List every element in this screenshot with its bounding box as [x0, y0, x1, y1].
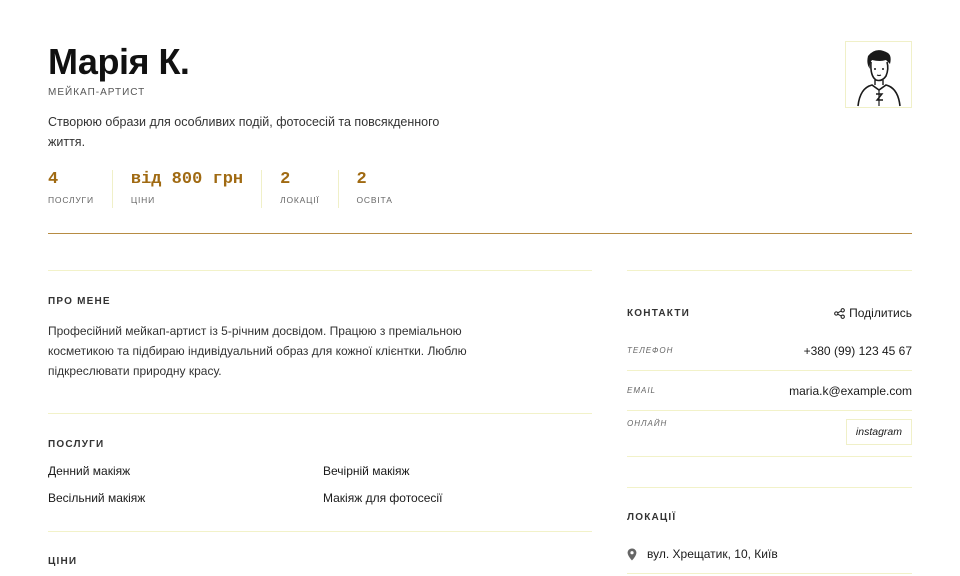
contacts-section: КОНТАКТИ Поділитись ТЕЛЕФОН +380 (99) 12…	[627, 270, 912, 457]
stat-value: 4	[48, 170, 59, 189]
stat-locations: 2 ЛОКАЦІЇ	[261, 170, 337, 208]
contact-phone-row: ТЕЛЕФОН +380 (99) 123 45 67	[627, 331, 912, 371]
service-item: Макіяж для фотосесії	[323, 491, 443, 505]
stat-label: ОСВІТА	[356, 195, 393, 205]
about-title: ПРО МЕНЕ	[48, 296, 111, 307]
share-label: Поділитись	[849, 306, 912, 320]
share-icon	[834, 307, 846, 319]
locations-section: ЛОКАЦІЇ вул. Хрещатик, 10, Київ	[627, 487, 912, 574]
share-button[interactable]: Поділитись	[834, 306, 912, 320]
avatar	[845, 41, 912, 108]
contacts-header: КОНТАКТИ Поділитись	[627, 271, 912, 331]
stat-value: від 800 грн	[130, 170, 244, 189]
stat-services: 4 ПОСЛУГИ	[48, 170, 112, 208]
email-link[interactable]: maria.k@example.com	[789, 384, 912, 398]
instagram-button[interactable]: instagram	[845, 419, 912, 445]
header-divider	[48, 233, 912, 234]
prices-title: ЦІНИ	[48, 556, 78, 567]
stat-label: ЛОКАЦІЇ	[280, 195, 320, 205]
contact-email-row: EMAIL maria.k@example.com	[627, 371, 912, 411]
contacts-title: КОНТАКТИ	[627, 307, 691, 319]
phone-link[interactable]: +380 (99) 123 45 67	[804, 344, 912, 358]
map-pin-icon	[627, 548, 637, 560]
profile-name: Марія К.	[48, 41, 190, 82]
about-section: ПРО МЕНЕ Професійний мейкап-артист із 5-…	[48, 270, 592, 413]
services-list: Денний макіяж Вечірній макіяж Весільний …	[48, 464, 592, 505]
prices-section: ЦІНИ	[48, 531, 592, 567]
email-label: EMAIL	[627, 386, 657, 395]
stats-bar: 4 ПОСЛУГИ від 800 грн ЦІНИ 2 ЛОКАЦІЇ 2 О…	[48, 170, 912, 208]
profile-header: Марія К. МЕЙКАП-АРТИСТ Створюю образи дл…	[48, 40, 912, 208]
stat-value: 2	[280, 170, 291, 189]
contact-online-row: ОНЛАЙН instagram	[627, 411, 912, 457]
online-label: ОНЛАЙН	[627, 419, 668, 428]
stat-education: 2 ОСВІТА	[337, 170, 411, 208]
service-item: Вечірній макіяж	[323, 464, 410, 478]
services-section: ПОСЛУГИ Денний макіяж Вечірній макіяж Ве…	[48, 413, 592, 531]
profile-role: МЕЙКАП-АРТИСТ	[48, 87, 146, 98]
about-text: Професійний мейкап-артист із 5-річним до…	[48, 324, 467, 378]
main-column: ПРО МЕНЕ Професійний мейкап-артист із 5-…	[48, 270, 592, 567]
service-item: Денний макіяж	[48, 464, 131, 478]
location-item: вул. Хрещатик, 10, Київ	[627, 547, 912, 574]
service-item: Весільний макіяж	[48, 491, 146, 505]
services-title: ПОСЛУГИ	[48, 439, 105, 450]
locations-title: ЛОКАЦІЇ	[627, 512, 677, 523]
stat-value: 2	[356, 170, 367, 189]
phone-label: ТЕЛЕФОН	[627, 346, 674, 355]
stat-label: ЦІНИ	[130, 195, 155, 205]
profile-tagline: Створюю образи для особливих подій, фото…	[48, 115, 440, 149]
location-address: вул. Хрещатик, 10, Київ	[647, 547, 778, 561]
avatar-illustration-icon	[846, 42, 911, 107]
stat-prices: від 800 грн ЦІНИ	[111, 170, 261, 208]
stat-label: ПОСЛУГИ	[48, 195, 94, 205]
sidebar: КОНТАКТИ Поділитись ТЕЛЕФОН +380 (99) 12…	[627, 270, 912, 574]
